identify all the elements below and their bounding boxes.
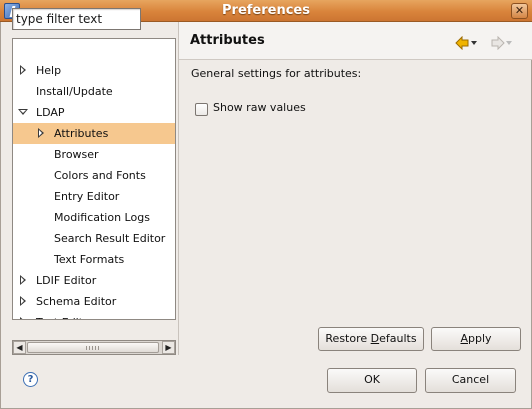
tree-item-label: LDIF Editor [36, 274, 97, 287]
apply-label-post: pply [468, 332, 492, 345]
filter-input[interactable] [12, 8, 141, 30]
tree-item[interactable]: LDIF Editor [13, 270, 175, 291]
back-arrow-icon[interactable] [455, 36, 477, 50]
tree-item[interactable]: LDAP [13, 102, 175, 123]
show-raw-values-label[interactable]: Show raw values [213, 101, 306, 114]
tree-item[interactable]: Text Editors [13, 312, 175, 319]
tree-item-label: Help [36, 64, 62, 77]
tree-item-label: Modification Logs [54, 211, 150, 224]
apply-mnemonic: A [460, 332, 468, 345]
tree-item-label: Install/Update [36, 85, 113, 98]
help-icon[interactable]: ? [23, 372, 38, 387]
close-button[interactable]: ✕ [511, 3, 528, 19]
tree-item-label: Text Formats [54, 253, 125, 266]
expanded-triangle-icon[interactable] [17, 102, 29, 123]
ok-button[interactable]: OK [327, 368, 417, 393]
tree-item-label: Entry Editor [54, 190, 120, 203]
collapsed-triangle-icon[interactable] [17, 291, 29, 312]
tree-item[interactable]: Text Formats [13, 249, 175, 270]
collapsed-triangle-icon[interactable] [17, 270, 29, 291]
scroll-left-arrow[interactable]: ◀ [13, 341, 26, 354]
tree-item-label: Search Result Editor [54, 232, 166, 245]
tree-horizontal-scrollbar[interactable]: ◀ ▶ [12, 340, 176, 355]
restore-defaults-label-pre: Restore [325, 332, 371, 345]
collapsed-triangle-icon[interactable] [17, 60, 29, 81]
page-header: Attributes [179, 22, 532, 60]
tree-item-label: Text Editors [36, 312, 100, 319]
preference-tree: Help Install/Update LDAP Attributes Browser C… [12, 38, 176, 320]
tree-item[interactable]: Colors and Fonts [13, 165, 175, 186]
forward-arrow-icon[interactable] [491, 36, 513, 50]
scroll-right-arrow[interactable]: ▶ [162, 341, 175, 354]
tree-item[interactable]: Entry Editor [13, 186, 175, 207]
tree-item-label: Browser [54, 148, 99, 161]
tree-item[interactable]: Search Result Editor [13, 228, 175, 249]
cancel-button[interactable]: Cancel [425, 368, 516, 393]
pane-divider[interactable] [178, 22, 179, 355]
tree-item-label: Attributes [54, 127, 109, 140]
tree-item[interactable]: Schema Editor [13, 291, 175, 312]
restore-defaults-label-post: efaults [379, 332, 417, 345]
apply-button[interactable]: Apply [431, 327, 521, 351]
tree-item[interactable]: Browser [13, 144, 175, 165]
tree-item-label: LDAP [36, 106, 65, 119]
tree-item-label: Schema Editor [36, 295, 117, 308]
tree-item[interactable]: Install/Update [13, 81, 175, 102]
scroll-thumb[interactable] [27, 342, 159, 353]
tree-item[interactable]: Modification Logs [13, 207, 175, 228]
tree-item[interactable]: Attributes [13, 123, 175, 144]
collapsed-triangle-icon[interactable] [35, 123, 47, 144]
restore-defaults-mnemonic: D [370, 332, 380, 345]
collapsed-triangle-icon[interactable] [17, 312, 29, 319]
page-title: Attributes [190, 33, 265, 48]
page-description: General settings for attributes: [191, 67, 362, 80]
restore-defaults-button[interactable]: Restore Defaults [318, 327, 424, 351]
show-raw-values-checkbox[interactable] [195, 103, 208, 116]
tree-item-label: Colors and Fonts [54, 169, 146, 182]
tree-item[interactable]: Help [13, 60, 175, 81]
